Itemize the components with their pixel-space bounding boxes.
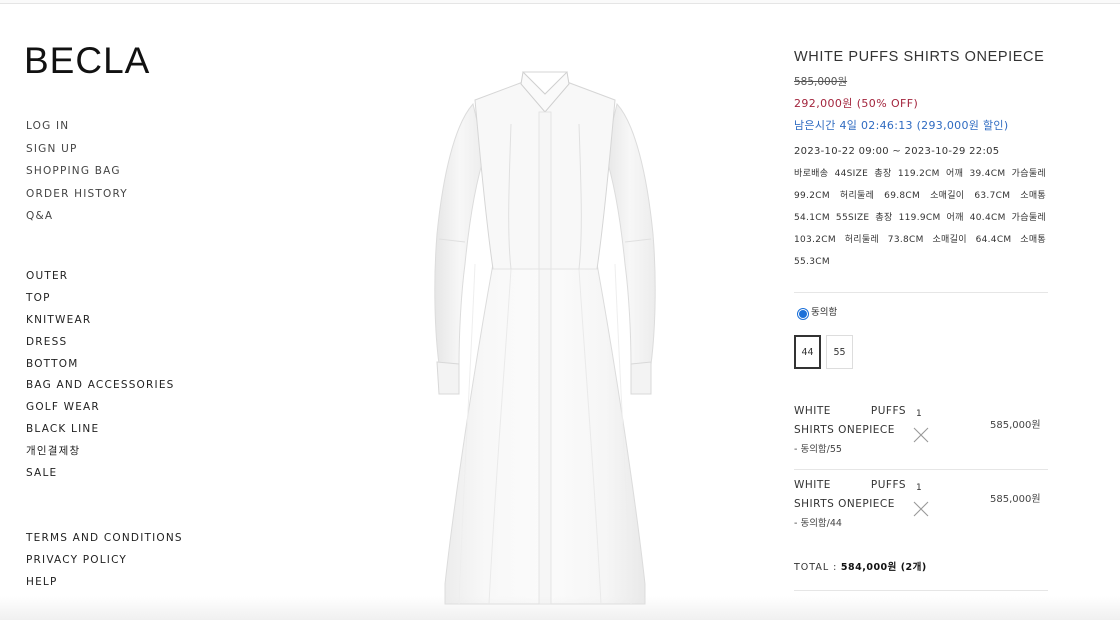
nav-log-in[interactable]: LOG IN <box>26 119 128 142</box>
original-price: 585,000원 <box>794 76 848 88</box>
product-description: 바로배송 44SIZE 총장 119.2CM 어깨 39.4CM 가슴둘레 99… <box>794 169 1046 267</box>
divider <box>794 469 1048 470</box>
agree-option[interactable]: 동의함 <box>797 307 837 321</box>
category-menu: OUTER TOP KNITWEAR DRESS BOTTOM BAG AND … <box>26 269 175 488</box>
sale-price: 292,000원 (50% OFF) <box>794 97 919 110</box>
nav-bag-accessories[interactable]: BAG AND ACCESSORIES <box>26 378 175 400</box>
nav-sale[interactable]: SALE <box>26 466 175 488</box>
nav-sign-up[interactable]: SIGN UP <box>26 142 128 165</box>
divider <box>794 590 1048 591</box>
nav-top[interactable]: TOP <box>26 291 175 313</box>
cart-item-option: - 동의함/44 <box>794 518 842 529</box>
nav-order-history[interactable]: ORDER HISTORY <box>26 187 128 210</box>
cart-item: WHITE PUFFS SHIRTS ONEPIECE - 동의함/44 1 5… <box>794 476 1048 546</box>
size-option-44[interactable]: 44 <box>794 335 821 369</box>
total-label: TOTAL : <box>794 562 838 573</box>
account-menu: LOG IN SIGN UP SHOPPING BAG ORDER HISTOR… <box>26 119 128 232</box>
size-option-55[interactable]: 55 <box>826 335 853 369</box>
nav-bottom[interactable]: BOTTOM <box>26 357 175 379</box>
sale-timer: 남은시간 4일 02:46:13 (293,000원 할인) <box>794 119 1009 132</box>
nav-personal-payment[interactable]: 개인결제창 <box>26 444 175 466</box>
cart-item-quantity[interactable]: 1 <box>916 483 922 493</box>
cart-item: WHITE PUFFS SHIRTS ONEPIECE - 동의함/55 1 5… <box>794 402 1048 472</box>
nav-help[interactable]: HELP <box>26 575 183 597</box>
cart-item-quantity[interactable]: 1 <box>916 409 922 419</box>
sale-period: 2023-10-22 09:00 ~ 2023-10-29 22:05 <box>794 146 1000 157</box>
nav-shopping-bag[interactable]: SHOPPING BAG <box>26 164 128 187</box>
nav-knitwear[interactable]: KNITWEAR <box>26 313 175 335</box>
cart-item-price: 585,000원 <box>990 494 1041 505</box>
remove-icon[interactable] <box>913 501 929 517</box>
nav-qna[interactable]: Q&A <box>26 209 128 232</box>
nav-privacy[interactable]: PRIVACY POLICY <box>26 553 183 575</box>
cart-item-name: WHITE PUFFS SHIRTS ONEPIECE <box>794 405 906 436</box>
brand-logo[interactable]: BECLA <box>24 40 150 82</box>
remove-icon[interactable] <box>913 427 929 443</box>
nav-dress[interactable]: DRESS <box>26 335 175 357</box>
nav-terms[interactable]: TERMS AND CONDITIONS <box>26 531 183 553</box>
cart-item-price: 585,000원 <box>990 420 1041 431</box>
cart-item-name: WHITE PUFFS SHIRTS ONEPIECE <box>794 479 906 510</box>
footer-menu: TERMS AND CONDITIONS PRIVACY POLICY HELP <box>26 531 183 597</box>
cart-item-option: - 동의함/55 <box>794 444 842 455</box>
nav-black-line[interactable]: BLACK LINE <box>26 422 175 444</box>
product-image <box>434 70 656 605</box>
nav-outer[interactable]: OUTER <box>26 269 175 291</box>
agree-radio[interactable] <box>797 308 809 320</box>
nav-golf-wear[interactable]: GOLF WEAR <box>26 400 175 422</box>
total-value: 584,000원 (2개) <box>840 562 927 573</box>
cart-total: TOTAL : 584,000원 (2개) <box>794 559 927 573</box>
size-selector: 44 55 <box>794 335 853 369</box>
agree-label: 동의함 <box>811 307 838 318</box>
divider <box>794 292 1048 293</box>
browser-top-edge <box>0 0 1120 4</box>
product-title: WHITE PUFFS SHIRTS ONEPIECE <box>794 49 1045 65</box>
